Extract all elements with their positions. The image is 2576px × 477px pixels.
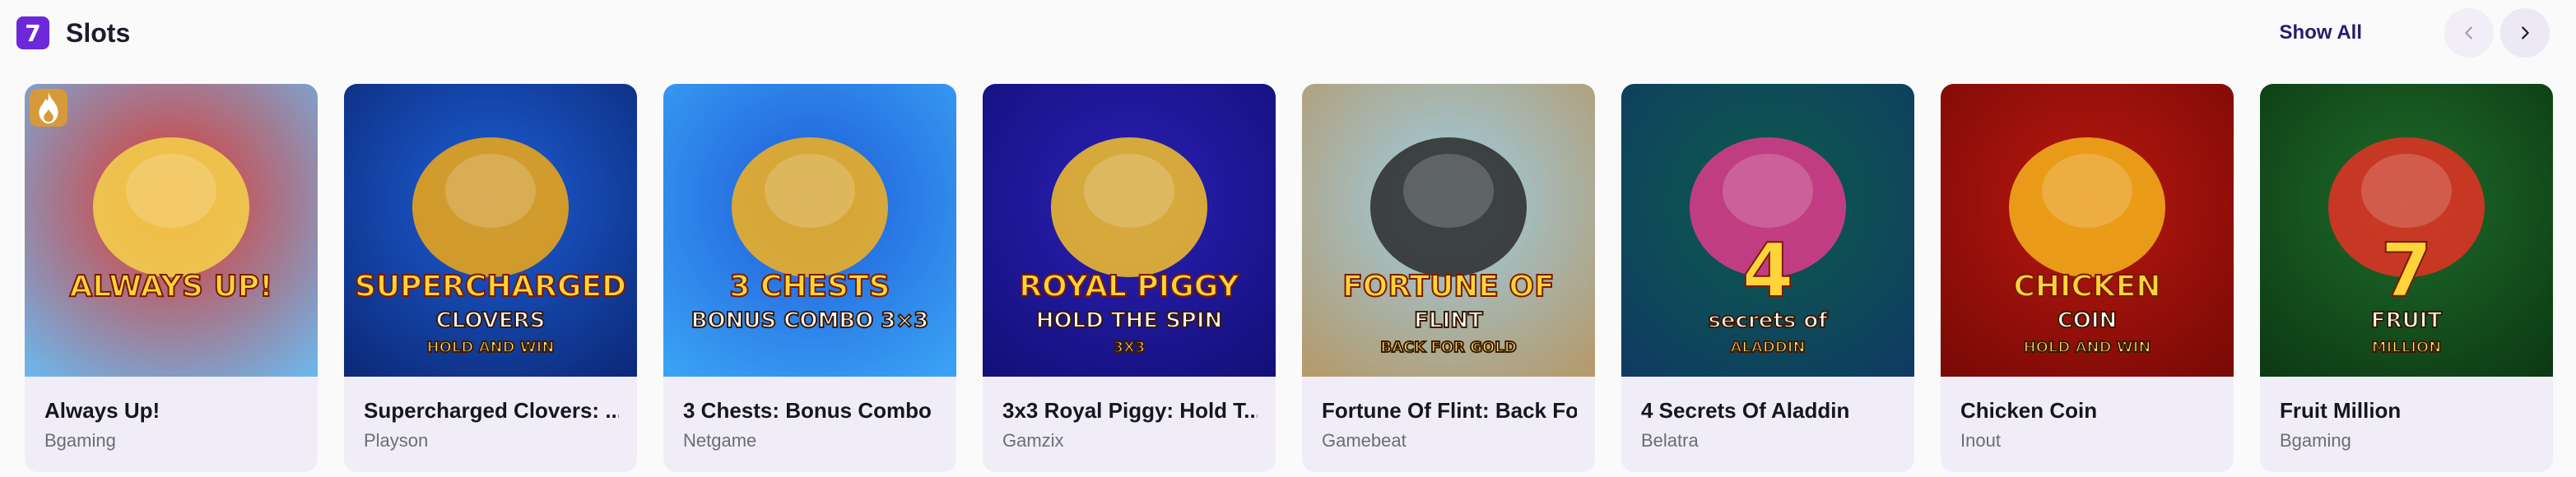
game-title[interactable]: Chicken Coin <box>1960 396 2216 424</box>
carousel-next-button[interactable] <box>2500 8 2550 58</box>
game-logo-tagline: 3X3 <box>1114 339 1146 356</box>
game-provider: Gamzix <box>1002 430 1064 451</box>
game-card[interactable]: 4 secrets of ALADDIN 4 Secrets Of Aladdin Be… <box>1621 84 1914 472</box>
game-logo-text: ROYAL PIGGY <box>1019 270 1239 303</box>
hot-badge <box>30 89 67 127</box>
game-card[interactable]: ROYAL PIGGY HOLD THE SPIN 3X3 3x3 Royal Pig… <box>983 84 1276 472</box>
game-logo-tagline: HOLD AND WIN <box>2024 339 2151 356</box>
game-provider: Bgaming <box>2280 430 2351 451</box>
game-title[interactable]: 3 Chests: Bonus Combo <box>683 396 938 424</box>
game-thumbnail[interactable]: 7 FRUIT MILLION <box>2260 84 2553 377</box>
game-logo-text: FORTUNE OF <box>1342 270 1555 303</box>
slots-section-icon: 7 <box>16 16 49 49</box>
carousel-prev-button[interactable] <box>2444 8 2494 58</box>
game-title[interactable]: Always Up! <box>44 396 300 424</box>
game-logo-subtext: COIN <box>2058 308 2118 333</box>
game-logo-tagline: MILLION <box>2372 339 2442 356</box>
game-card[interactable]: FORTUNE OF FLINT BACK FOR GOLD Fortune Of F… <box>1302 84 1595 472</box>
game-logo-text: CHICKEN <box>2014 270 2161 303</box>
game-info: Fruit Million Bgaming <box>2280 396 2535 452</box>
game-thumbnail[interactable]: CHICKEN COIN HOLD AND WIN <box>1941 84 2234 377</box>
game-info: Supercharged Clovers: ... Playson <box>364 396 619 452</box>
game-provider: Gamebeat <box>1322 430 1407 451</box>
game-card[interactable]: CHICKEN COIN HOLD AND WIN Chicken Coin Inout <box>1941 84 2234 472</box>
game-title[interactable]: 3x3 Royal Piggy: Hold T... <box>1002 396 1258 424</box>
chevron-left-icon <box>2465 26 2472 39</box>
game-carousel: ALWAYS UP! Always Up! Bgaming SUPERCHARGED C… <box>25 84 2553 472</box>
game-info: 4 Secrets Of Aladdin Belatra <box>1641 396 1896 452</box>
game-logo-subtext: HOLD THE SPIN <box>1036 308 1223 333</box>
game-logo-text: SUPERCHARGED <box>355 270 626 303</box>
game-info: 3x3 Royal Piggy: Hold T... Gamzix <box>1002 396 1258 452</box>
game-logo-subtext: secrets of <box>1708 308 1828 333</box>
game-artwork: FORTUNE OF FLINT BACK FOR GOLD <box>1302 84 1595 377</box>
show-all-link[interactable]: Show All <box>2280 18 2362 48</box>
game-thumbnail[interactable]: 3 CHESTS BONUS COMBO 3×3 <box>663 84 956 377</box>
game-info: Always Up! Bgaming <box>44 396 300 452</box>
game-thumbnail[interactable]: 4 secrets of ALADDIN <box>1621 84 1914 377</box>
game-provider: Bgaming <box>44 430 116 451</box>
game-thumbnail[interactable]: FORTUNE OF FLINT BACK FOR GOLD <box>1302 84 1595 377</box>
game-thumbnail[interactable]: SUPERCHARGED CLOVERS HOLD AND WIN <box>344 84 637 377</box>
game-artwork: 3 CHESTS BONUS COMBO 3×3 <box>663 84 956 377</box>
game-artwork: 4secrets of ALADDIN <box>1621 84 1914 377</box>
game-logo-tagline: ALADDIN <box>1731 339 1806 356</box>
game-card[interactable]: ALWAYS UP! Always Up! Bgaming <box>25 84 318 472</box>
game-logo-subtext: BONUS COMBO 3×3 <box>691 308 929 333</box>
game-thumbnail[interactable]: ALWAYS UP! <box>25 84 318 377</box>
game-logo-subtext: FLINT <box>1414 308 1483 333</box>
game-thumbnail[interactable]: ROYAL PIGGY HOLD THE SPIN 3X3 <box>983 84 1276 377</box>
game-artwork: 7FRUIT MILLION <box>2260 84 2553 377</box>
game-logo-text: 7 <box>2381 228 2433 314</box>
game-provider: Belatra <box>1641 430 1699 451</box>
game-provider: Inout <box>1960 430 2001 451</box>
game-provider: Playson <box>364 430 429 451</box>
game-logo-text: 4 <box>1742 228 1794 314</box>
game-title[interactable]: Fortune Of Flint: Back Fo... <box>1322 396 1577 424</box>
game-logo-subtext: CLOVERS <box>436 308 546 333</box>
game-artwork: CHICKEN COIN HOLD AND WIN <box>1941 84 2234 377</box>
game-card[interactable]: SUPERCHARGED CLOVERS HOLD AND WIN Superchar… <box>344 84 637 472</box>
game-provider: Netgame <box>683 430 757 451</box>
game-card[interactable]: 7 FRUIT MILLION Fruit Million Bgaming <box>2260 84 2553 472</box>
game-artwork: ALWAYS UP! <box>25 84 318 377</box>
game-logo-tagline: BACK FOR GOLD <box>1380 339 1516 356</box>
game-title[interactable]: 4 Secrets Of Aladdin <box>1641 396 1896 424</box>
game-logo-tagline: HOLD AND WIN <box>427 339 555 356</box>
game-title[interactable]: Supercharged Clovers: ... <box>364 396 619 424</box>
game-card[interactable]: 3 CHESTS BONUS COMBO 3×3 3 Chests: Bonus C… <box>663 84 956 472</box>
game-logo-text: ALWAYS UP! <box>69 270 272 303</box>
chevron-right-icon <box>2522 26 2529 39</box>
flame-icon <box>39 91 58 124</box>
game-title[interactable]: Fruit Million <box>2280 396 2535 424</box>
game-logo-subtext: FRUIT <box>2371 308 2443 333</box>
game-artwork: ROYAL PIGGY HOLD THE SPIN 3X3 <box>983 84 1276 377</box>
section-title: Slots <box>66 18 131 48</box>
game-info: Fortune Of Flint: Back Fo... Gamebeat <box>1322 396 1577 452</box>
game-artwork: SUPERCHARGED CLOVERS HOLD AND WIN <box>344 84 637 377</box>
game-info: Chicken Coin Inout <box>1960 396 2216 452</box>
game-info: 3 Chests: Bonus Combo Netgame <box>683 396 938 452</box>
section-header: 7 Slots Show All <box>0 0 2576 66</box>
game-logo-text: 3 CHESTS <box>729 270 890 303</box>
